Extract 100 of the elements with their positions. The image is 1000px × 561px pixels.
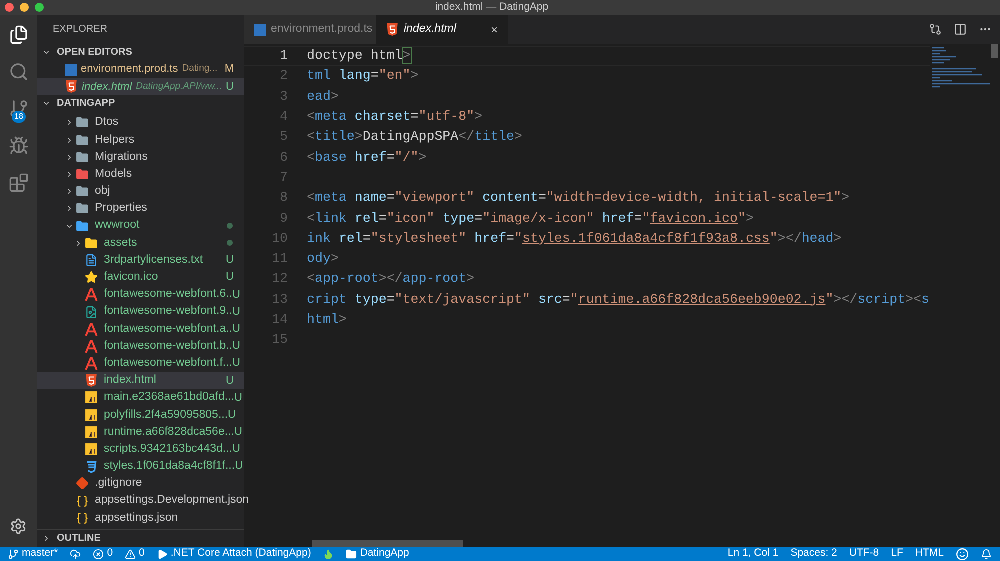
status-item[interactable]: .NET Core Attach (DatingApp) [170, 546, 312, 561]
font-file-icon [85, 322, 98, 336]
status-item[interactable]: Ln 1, Col 1 [728, 546, 779, 561]
status-item[interactable]: UTF-8 [849, 546, 880, 561]
folder-icon [85, 236, 98, 250]
folder-icon [76, 150, 89, 164]
star-icon [85, 271, 98, 284]
vertical-scrollbar[interactable] [991, 44, 998, 58]
tree-item[interactable]: Dtos [37, 114, 244, 132]
tree-item[interactable]: fontawesome-webfont.a..U [37, 320, 244, 338]
file-name: favicon.ico [104, 270, 160, 286]
git-status-label: M [224, 62, 234, 78]
maximize-window-button[interactable] [35, 3, 44, 12]
tree-item[interactable]: .gitignore [37, 475, 244, 492]
folder-icon [76, 202, 89, 216]
chevron-right-icon [42, 534, 51, 543]
javascript-file-icon [85, 408, 98, 422]
file-name: wwwroot [95, 218, 141, 234]
code-line: <meta name="viewport" content="width=device-width, initial-scale=1"> [307, 189, 850, 208]
git-status-label: U [232, 442, 240, 458]
folder-icon [76, 116, 89, 130]
line-number: 2 [279, 67, 288, 86]
tree-item[interactable]: Models [37, 166, 244, 184]
extensions-icon[interactable] [8, 173, 28, 193]
tree-item[interactable]: Helpers [37, 132, 244, 149]
folder-icon [76, 185, 89, 198]
tree-item[interactable]: scripts.9342163bc443d...U [37, 440, 244, 458]
bug-icon[interactable] [8, 136, 28, 156]
line-number: 8 [279, 189, 288, 208]
status-item[interactable]: 0 [139, 546, 145, 561]
file-path: DatingApp.API/ww... [136, 80, 224, 94]
editor-tab[interactable]: environment.prod.ts [244, 15, 376, 44]
chevron-down-icon [42, 48, 51, 57]
folder-icon [346, 548, 358, 560]
file-name: fontawesome-webfont.a.. [104, 322, 232, 337]
status-item[interactable]: master* [22, 546, 58, 561]
files-icon[interactable] [8, 25, 28, 45]
file-name: fontawesome-webfont.6.. [104, 287, 232, 302]
tree-item[interactable]: fontawesome-webfont.b..U [37, 338, 244, 355]
status-item[interactable]: LF [891, 546, 904, 561]
html-file-icon [85, 374, 98, 388]
source-control-icon[interactable] [8, 99, 28, 119]
tree-item[interactable]: favicon.ico U [37, 269, 244, 286]
file-name: 3rdpartylicenses.txt [104, 252, 204, 268]
file-name: Properties [95, 201, 148, 216]
tree-item[interactable]: fontawesome-webfont.9..U [37, 303, 244, 321]
git-status-label: U [235, 459, 244, 474]
status-item[interactable]: DatingApp [360, 546, 410, 561]
compare-icon[interactable] [929, 23, 942, 36]
tree-item[interactable]: index.html U [37, 372, 244, 390]
file-name: polyfills.2f4a59095805... [104, 408, 228, 423]
status-item[interactable]: 0 [107, 546, 114, 561]
file-name: environment.prod.ts [81, 62, 178, 78]
status-item[interactable]: HTML [915, 546, 944, 561]
code-line: <app-root></app-root> [307, 270, 475, 288]
close-window-button[interactable] [5, 3, 14, 12]
folder-icon [76, 134, 89, 147]
code-line: <meta charset="utf-8"> [307, 108, 483, 126]
close-tab-button[interactable]: × [490, 20, 498, 38]
bell-icon [981, 548, 992, 560]
file-name: obj [95, 184, 112, 200]
tree-item[interactable]: main.e2368ae61bd0afd...U [37, 389, 244, 407]
tree-item[interactable]: fontawesome-webfont.f...U [37, 355, 244, 372]
tree-item[interactable]: fontawesome-webfont.6..U [37, 286, 244, 304]
git-status-label: U [226, 270, 234, 286]
line-number: 9 [279, 210, 288, 228]
open-editor-item[interactable]: environment.prod.ts Dating... M [37, 61, 244, 78]
tree-item[interactable]: polyfills.2f4a59095805...U [37, 406, 244, 424]
section-title: OPEN EDITORS [57, 46, 132, 60]
tree-item[interactable]: appsettings.json [37, 510, 244, 527]
split-editor-icon[interactable] [954, 23, 967, 36]
line-number: 1 [279, 47, 288, 66]
line-number: 3 [279, 88, 288, 106]
css-file-icon [85, 460, 98, 474]
minimize-window-button[interactable] [20, 3, 29, 12]
git-icon [76, 477, 89, 490]
tree-item[interactable]: styles.1f061da8a4cf8f1f...U [37, 458, 244, 476]
html-file-icon [65, 80, 78, 94]
tree-item[interactable]: wwwroot [37, 218, 244, 235]
warning-icon [125, 548, 136, 560]
tree-item[interactable]: assets [37, 234, 244, 252]
search-icon[interactable] [8, 62, 28, 82]
javascript-file-icon [85, 391, 98, 404]
open-editor-item[interactable]: index.html DatingApp.API/ww... U [37, 78, 244, 96]
settings-icon[interactable] [10, 518, 27, 535]
tree-item[interactable]: runtime.a66f828dca56e...U [37, 424, 244, 441]
editor-tab[interactable]: index.html × [376, 15, 508, 44]
tree-item[interactable]: Properties [37, 200, 244, 218]
git-status-label: U [232, 356, 240, 372]
code-line: ead> [307, 88, 339, 106]
status-item[interactable]: Spaces: 2 [790, 546, 838, 561]
tree-item[interactable]: Migrations [37, 148, 244, 166]
line-number: 11 [271, 250, 288, 268]
line-number: 15 [271, 331, 288, 350]
code-line: ink rel="stylesheet" href="styles.1f061da8a4cf8f1f93a8.css"></head> [307, 230, 842, 248]
horizontal-scrollbar[interactable] [312, 540, 463, 547]
tree-item[interactable]: 3rdpartylicenses.txt U [37, 252, 244, 270]
play-icon [156, 548, 168, 560]
font-file-icon [85, 288, 98, 302]
tree-item[interactable]: obj [37, 183, 244, 200]
